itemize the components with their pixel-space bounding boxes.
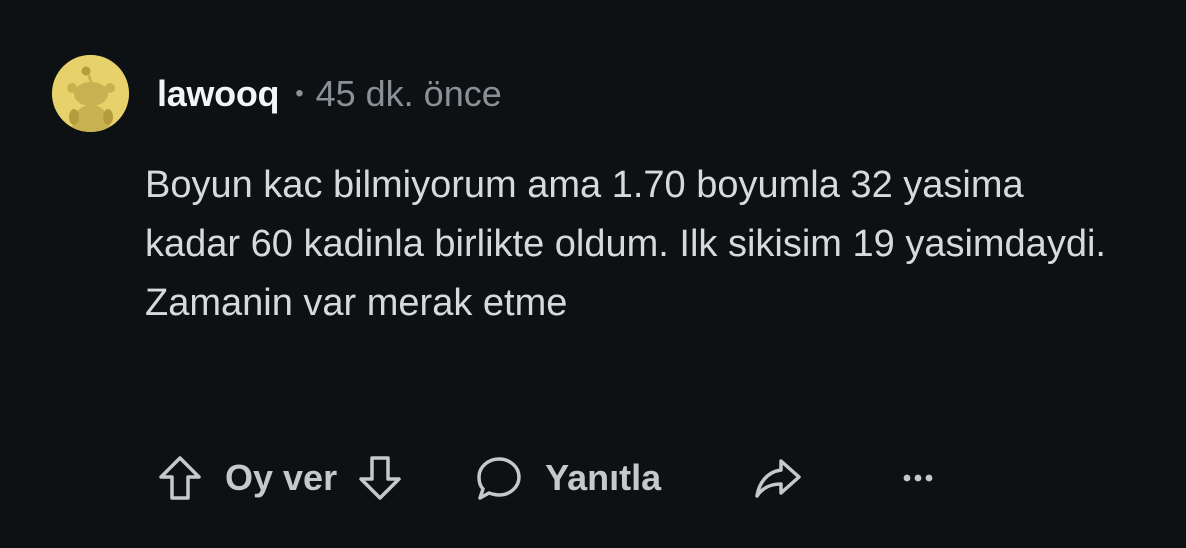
comment-body: Boyun kac bilmiyorum ama 1.70 boyumla 32… <box>145 164 1106 324</box>
timestamp[interactable]: 45 dk. önce <box>316 73 502 115</box>
vote-label: Oy ver <box>225 457 338 498</box>
username[interactable]: lawooq <box>157 73 280 115</box>
action-bar: Oy ver Yanıtla <box>157 450 935 506</box>
reply-label: Yanıtla <box>545 457 662 498</box>
avatar[interactable] <box>52 55 129 132</box>
ellipsis-icon <box>903 474 933 482</box>
downvote-button[interactable] <box>357 454 403 502</box>
upvote-button[interactable] <box>157 454 203 502</box>
arrow-up-icon <box>159 456 201 500</box>
snoo-avatar-icon <box>52 55 129 132</box>
comment-meta: lawooq • 45 dk. önce <box>157 72 502 116</box>
speech-bubble-icon <box>477 457 521 500</box>
comment: lawooq • 45 dk. önce Boyun kac bilmiyoru… <box>0 0 1186 548</box>
more-options-button[interactable] <box>901 471 935 485</box>
arrow-down-icon <box>359 456 401 500</box>
meta-separator: • <box>295 80 304 107</box>
share-arrow-icon <box>755 459 801 498</box>
share-button[interactable] <box>753 455 803 501</box>
reply-icon-wrap <box>475 454 523 502</box>
reply-button[interactable]: Yanıtla <box>475 454 661 502</box>
